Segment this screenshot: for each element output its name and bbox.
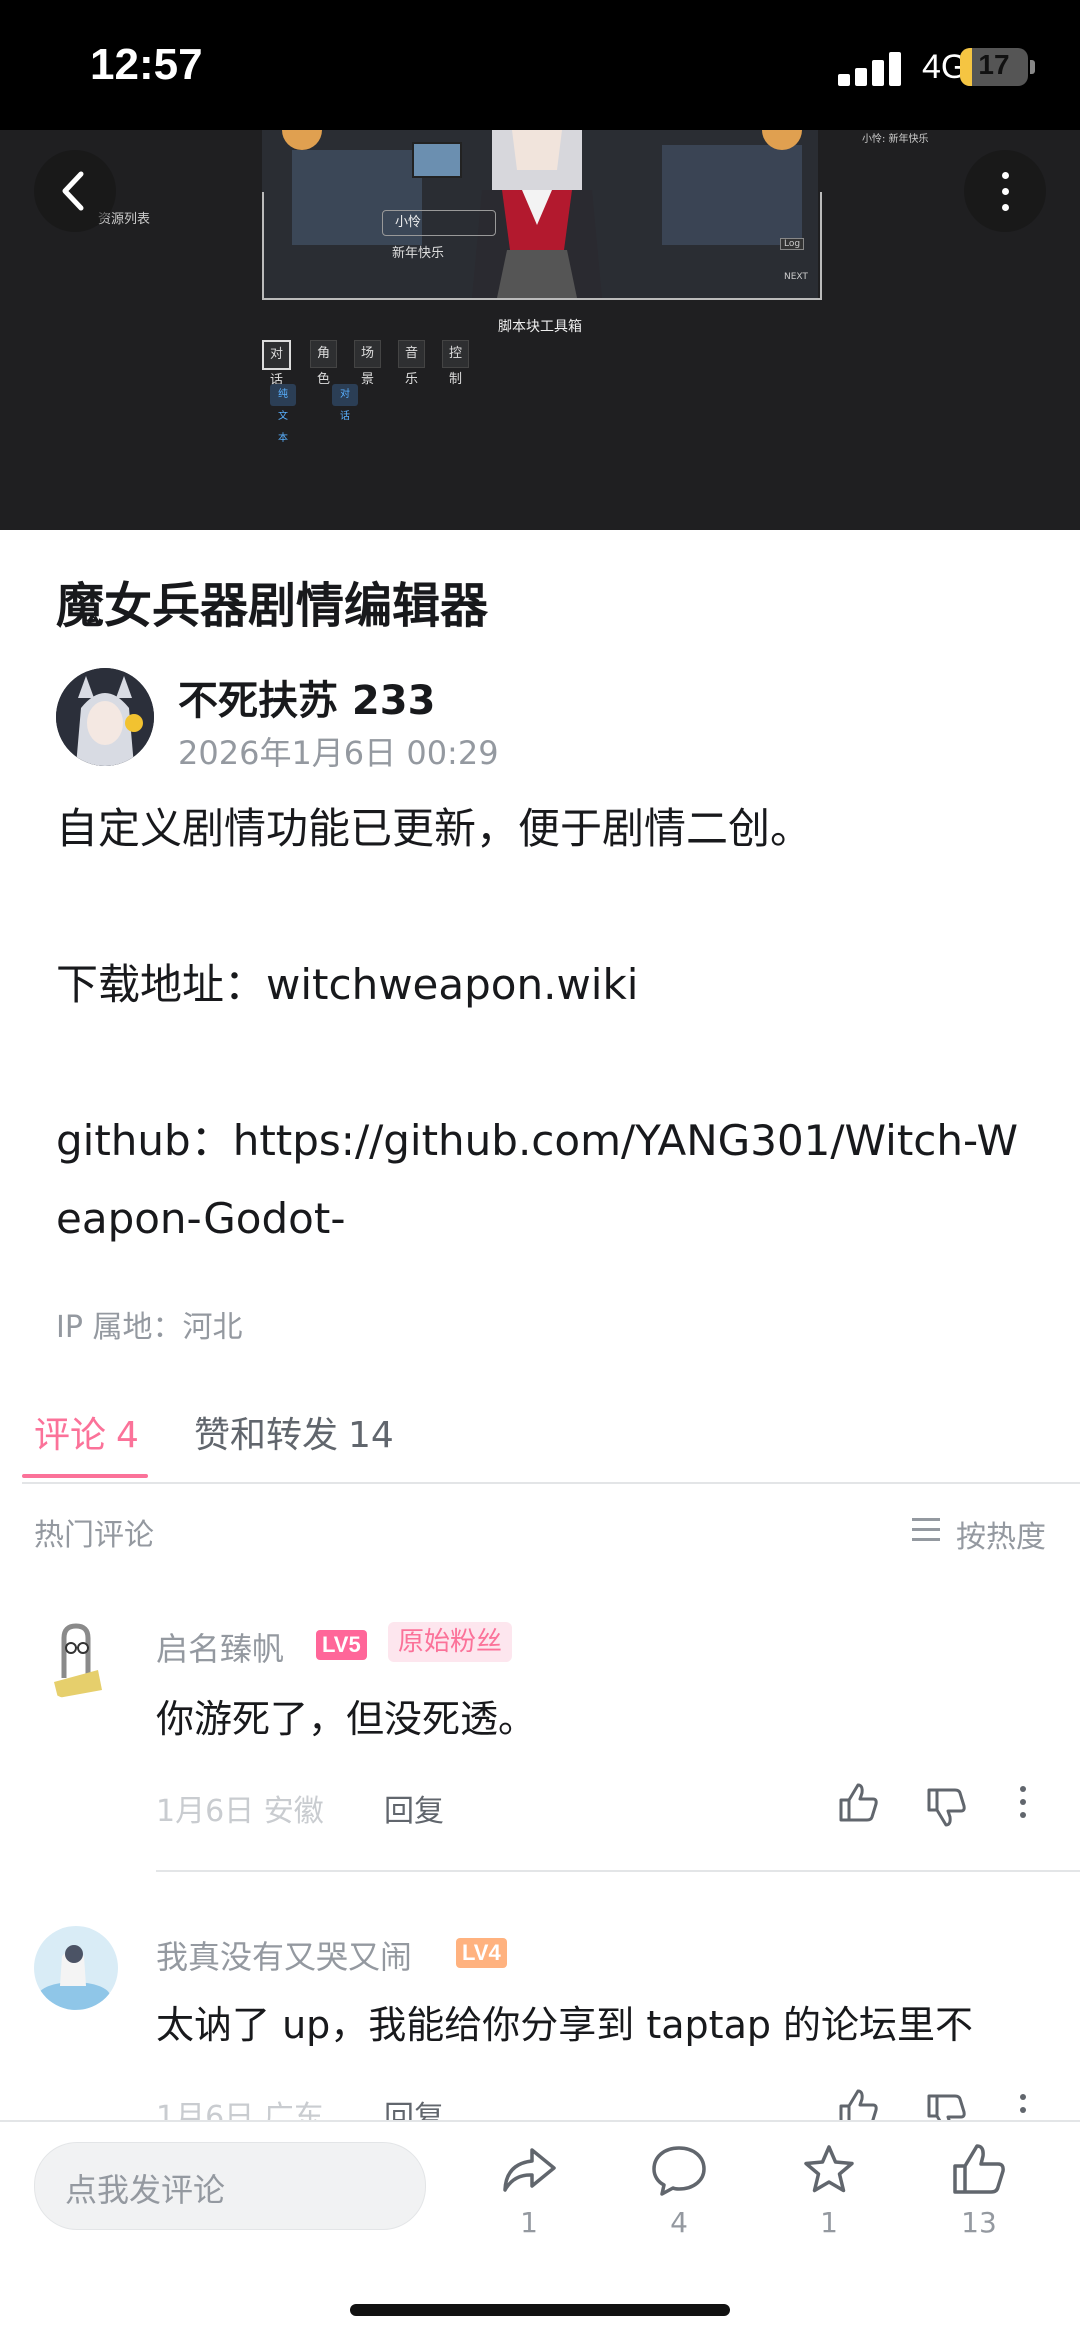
log-button: Log (780, 238, 805, 250)
tab-likes-count: 14 (348, 1415, 394, 1456)
reply-button[interactable]: 回复 (384, 1786, 444, 1830)
signal-icon (838, 50, 908, 86)
post-body: 自定义剧情功能已更新，便于剧情二创。 下载地址：witchweapon.wiki… (56, 790, 1036, 1258)
status-bar: 12:57 4G 17 (0, 0, 1080, 130)
comment-author[interactable]: 我真没有又哭又闹 (156, 1932, 412, 1978)
top-right-caption: 小怜: 新年快乐 (862, 134, 929, 145)
battery-cap (1030, 60, 1035, 74)
toolbox-title: 脚本块工具箱 (498, 319, 582, 335)
post-cover-image[interactable]: 小怜 新年快乐 Log NEXT 资源列表 小怜: 新年快乐 脚本块工具箱 对话… (0, 130, 1080, 530)
share-button[interactable]: 1 (474, 2142, 584, 2239)
back-button[interactable] (34, 150, 116, 232)
like-count: 13 (961, 2206, 997, 2239)
toolbox-tab: 控制 (442, 340, 470, 387)
author-avatar[interactable] (56, 668, 154, 766)
dialog-box (262, 192, 822, 300)
hot-comments-label: 热门评论 (34, 1518, 154, 1553)
comment-input-placeholder: 点我发评论 (65, 2171, 226, 2209)
fan-badge: 原始粉丝 (388, 1622, 513, 1662)
body-line: 自定义剧情功能已更新，便于剧情二创。 (56, 804, 813, 853)
comment-avatar[interactable] (34, 1616, 118, 1700)
like-button[interactable]: 13 (924, 2142, 1034, 2239)
comment-input[interactable]: 点我发评论 (34, 2142, 426, 2230)
comment-location: 安徽 (263, 1794, 324, 1829)
sort-by-heat-button[interactable]: 按热度 (956, 1512, 1046, 1556)
chevron-left-icon (62, 171, 84, 211)
comment-text: 太讷了 up，我能给你分享到 taptap 的论坛里不 (156, 2003, 974, 2047)
dialog-speaker: 小怜 (382, 210, 496, 236)
battery-level: 17 (978, 49, 1010, 80)
tab-comments-count: 4 (116, 1415, 139, 1456)
comment-date: 1月6日 (156, 1794, 255, 1829)
tab-comments-label: 评论 (34, 1415, 107, 1456)
share-icon (503, 2148, 556, 2192)
comment-avatar[interactable] (34, 1926, 118, 2010)
level-badge: LV5 (316, 1630, 367, 1660)
favorite-count: 1 (820, 2206, 838, 2239)
more-dot (1002, 172, 1009, 179)
toolbox-tab: 音乐 (398, 340, 426, 387)
comment-button[interactable]: 4 (624, 2142, 734, 2239)
dialog-line: 新年快乐 (392, 246, 445, 261)
comment-bubble-icon (652, 2146, 706, 2196)
favorite-button[interactable]: 1 (774, 2142, 884, 2239)
comment-count: 4 (670, 2206, 688, 2239)
sort-icon (912, 1518, 940, 1542)
body-line (56, 868, 1036, 946)
more-dot (1002, 188, 1009, 195)
ip-location: IP 属地：河北 (56, 1310, 243, 1345)
comment-author[interactable]: 启名臻帆 (156, 1624, 284, 1670)
more-button[interactable] (964, 150, 1046, 232)
github-link[interactable]: github：https://github.com/YANG301/Witch-… (56, 1102, 1036, 1258)
thumbs-up-icon (953, 2144, 1005, 2194)
home-indicator[interactable] (350, 2304, 730, 2316)
more-dot (1002, 204, 1009, 211)
comment-meta: 1月6日 安徽 (156, 1786, 324, 1830)
thumbs-down-icon[interactable] (924, 1786, 968, 1830)
tab-likes-shares[interactable]: 赞和转发 14 (194, 1406, 394, 1458)
tab-indicator (22, 1474, 148, 1478)
divider (22, 1482, 1080, 1484)
block-chip: 对话 (332, 384, 358, 422)
post-date: 2026年1月6日 00:29 (178, 734, 499, 772)
share-count: 1 (520, 2206, 538, 2239)
toolbox-tab: 场景 (354, 340, 382, 387)
star-icon (804, 2145, 854, 2193)
tab-comments[interactable]: 评论 4 (34, 1406, 139, 1458)
next-button: NEXT (784, 272, 808, 282)
block-chip: 纯文本 (270, 384, 296, 444)
author-name[interactable]: 不死扶苏 233 (178, 668, 435, 726)
lamp (282, 130, 322, 150)
toolbox-tab: 角色 (310, 340, 338, 387)
clippy-avatar-image (34, 1616, 118, 1700)
comment-text: 你游死了，但没死透。 (156, 1697, 537, 1741)
tab-likes-label: 赞和转发 (194, 1415, 339, 1456)
post-title: 魔女兵器剧情编辑器 (56, 578, 489, 634)
comment-separator (156, 1870, 1080, 1872)
download-link[interactable]: 下载地址：witchweapon.wiki (56, 946, 1036, 1024)
body-line (56, 1024, 1036, 1102)
avatar-image (34, 1926, 118, 2010)
battery-icon: 17 (960, 48, 1028, 86)
toolbox-tab: 对话 (262, 340, 292, 388)
level-badge: LV4 (456, 1938, 507, 1968)
comment-more-icon[interactable] (1020, 1786, 1026, 1820)
status-time: 12:57 (90, 40, 203, 89)
avatar-image (56, 668, 154, 766)
thumbs-up-icon[interactable] (836, 1780, 880, 1824)
